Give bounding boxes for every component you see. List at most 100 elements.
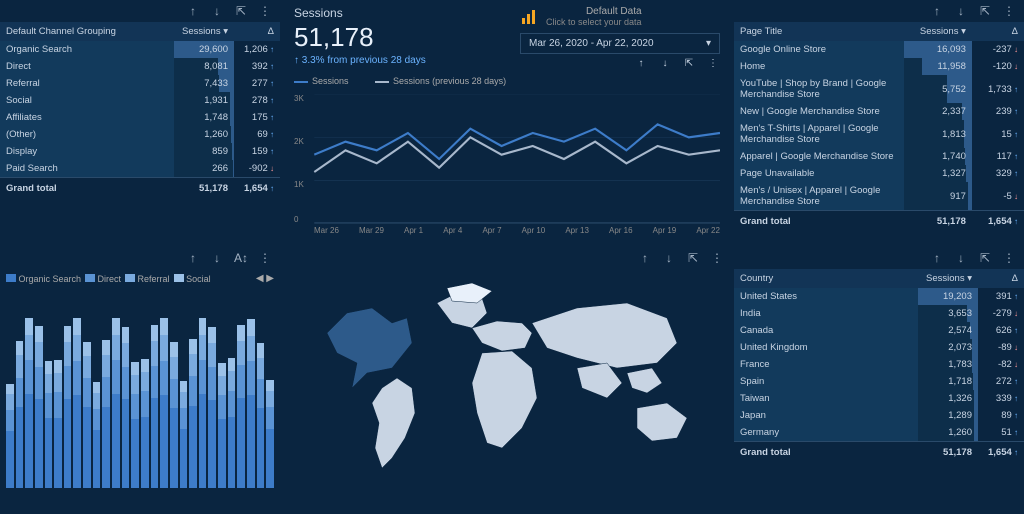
stacked-bar	[160, 318, 168, 488]
row-delta: 272	[978, 373, 1024, 390]
row-delta: 1,206	[234, 41, 280, 58]
row-sessions: 11,958	[904, 58, 972, 75]
row-name: Google Online Store	[734, 41, 904, 58]
table-row[interactable]: New | Google Merchandise Store2,337239	[734, 103, 1024, 120]
sort-icon[interactable]: A↕	[234, 251, 248, 265]
legend-pager[interactable]: ◀ ▶	[256, 273, 274, 284]
down-arrow-icon[interactable]: ↓	[954, 251, 968, 265]
row-name: Apparel | Google Merchandise Store	[734, 148, 904, 165]
row-delta: -82	[978, 356, 1024, 373]
row-delta: 51	[978, 424, 1024, 442]
total-sessions: 51,178	[904, 211, 972, 233]
export-icon[interactable]: ⇱	[978, 4, 992, 18]
col-sessions[interactable]: Sessions ▾	[174, 22, 234, 41]
more-icon[interactable]: ⋮	[710, 251, 724, 265]
up-arrow-icon[interactable]: ↑	[186, 4, 200, 18]
table-row[interactable]: Home11,958-120	[734, 58, 1024, 75]
table-row[interactable]: Direct8,081392	[0, 58, 280, 75]
table-row[interactable]: Men's T-Shirts | Apparel | Google Mercha…	[734, 120, 1024, 148]
table-row[interactable]: YouTube | Shop by Brand | Google Merchan…	[734, 75, 1024, 103]
down-arrow-icon[interactable]: ↓	[954, 4, 968, 18]
row-sessions: 1,783	[918, 356, 978, 373]
table-row[interactable]: United Kingdom2,073-89	[734, 339, 1024, 356]
export-icon[interactable]: ⇱	[682, 56, 696, 70]
row-delta: 117	[972, 148, 1024, 165]
up-arrow-icon[interactable]: ↑	[186, 251, 200, 265]
col-delta[interactable]: Δ	[978, 269, 1024, 288]
table-row[interactable]: Google Online Store16,093-237	[734, 41, 1024, 58]
data-source-label: Default Data	[546, 6, 642, 17]
row-delta: 277	[234, 75, 280, 92]
line-legend: Sessions Sessions (previous 28 days)	[294, 72, 720, 90]
row-name: Social	[0, 92, 174, 109]
row-name: Page Unavailable	[734, 165, 904, 182]
down-arrow-icon[interactable]: ↓	[210, 251, 224, 265]
table-row[interactable]: Organic Search29,6001,206	[0, 41, 280, 58]
up-arrow-icon[interactable]: ↑	[930, 4, 944, 18]
table-row[interactable]: Men's / Unisex | Apparel | Google Mercha…	[734, 182, 1024, 211]
up-arrow-icon[interactable]: ↑	[634, 56, 648, 70]
table-row[interactable]: Taiwan1,326339	[734, 390, 1024, 407]
stacked-bar	[25, 318, 33, 488]
total-label: Grand total	[734, 442, 918, 464]
date-range-picker[interactable]: Mar 26, 2020 - Apr 22, 2020 ▾	[520, 33, 720, 54]
world-map[interactable]	[297, 273, 717, 493]
up-arrow-icon[interactable]: ↑	[930, 251, 944, 265]
row-name: Men's / Unisex | Apparel | Google Mercha…	[734, 182, 904, 211]
table-row[interactable]: Display859159	[0, 143, 280, 160]
down-arrow-icon[interactable]: ↓	[662, 251, 676, 265]
country-table: Country Sessions ▾ Δ United States19,203…	[734, 269, 1024, 463]
col-sessions[interactable]: Sessions ▾	[918, 269, 978, 288]
more-icon[interactable]: ⋮	[258, 251, 272, 265]
table-row[interactable]: Affiliates1,748175	[0, 109, 280, 126]
row-sessions: 2,574	[918, 322, 978, 339]
table-row[interactable]: Referral7,433277	[0, 75, 280, 92]
up-arrow-icon[interactable]: ↑	[638, 251, 652, 265]
col-page[interactable]: Page Title	[734, 22, 904, 41]
row-delta: 239	[972, 103, 1024, 120]
more-icon[interactable]: ⋮	[706, 56, 720, 70]
row-sessions: 29,600	[174, 41, 234, 58]
row-sessions: 859	[174, 143, 234, 160]
row-sessions: 1,326	[918, 390, 978, 407]
col-delta[interactable]: Δ	[972, 22, 1024, 41]
table-row[interactable]: Social1,931278	[0, 92, 280, 109]
table-row[interactable]: France1,783-82	[734, 356, 1024, 373]
map-panel: ↑ ↓ ⇱ ⋮	[282, 247, 732, 514]
table-row[interactable]: Japan1,28989	[734, 407, 1024, 424]
row-sessions: 7,433	[174, 75, 234, 92]
stacked-bar	[180, 381, 188, 488]
table-row[interactable]: (Other)1,26069	[0, 126, 280, 143]
table-row[interactable]: Apparel | Google Merchandise Store1,7401…	[734, 148, 1024, 165]
col-channel[interactable]: Default Channel Grouping	[0, 22, 174, 41]
row-sessions: 19,203	[918, 288, 978, 305]
stacked-bar-chart	[0, 288, 280, 488]
down-arrow-icon[interactable]: ↓	[210, 4, 224, 18]
export-icon[interactable]: ⇱	[978, 251, 992, 265]
country-panel: ↑ ↓ ⇱ ⋮ Country Sessions ▾ Δ United Stat…	[734, 247, 1024, 514]
sessions-line-chart: 3K 2K 1K 0	[294, 94, 720, 224]
row-sessions: 1,260	[174, 126, 234, 143]
row-name: Home	[734, 58, 904, 75]
table-row[interactable]: Paid Search266-902	[0, 160, 280, 178]
sessions-change: ↑ 3.3% from previous 28 days	[294, 55, 426, 66]
table-row[interactable]: Canada2,574626	[734, 322, 1024, 339]
col-country[interactable]: Country	[734, 269, 918, 288]
more-icon[interactable]: ⋮	[1002, 4, 1016, 18]
stacked-bar	[237, 325, 245, 489]
data-source-selector[interactable]: Default Data Click to select your data	[520, 6, 720, 27]
row-delta: 15	[972, 120, 1024, 148]
export-icon[interactable]: ⇱	[686, 251, 700, 265]
col-delta[interactable]: Δ	[234, 22, 280, 41]
table-row[interactable]: Page Unavailable1,327329	[734, 165, 1024, 182]
stacked-bar	[228, 358, 236, 488]
table-row[interactable]: Spain1,718272	[734, 373, 1024, 390]
export-icon[interactable]: ⇱	[234, 4, 248, 18]
col-sessions[interactable]: Sessions ▾	[904, 22, 972, 41]
more-icon[interactable]: ⋮	[258, 4, 272, 18]
table-row[interactable]: Germany1,26051	[734, 424, 1024, 442]
table-row[interactable]: India3,653-279	[734, 305, 1024, 322]
down-arrow-icon[interactable]: ↓	[658, 56, 672, 70]
more-icon[interactable]: ⋮	[1002, 251, 1016, 265]
table-row[interactable]: United States19,203391	[734, 288, 1024, 305]
